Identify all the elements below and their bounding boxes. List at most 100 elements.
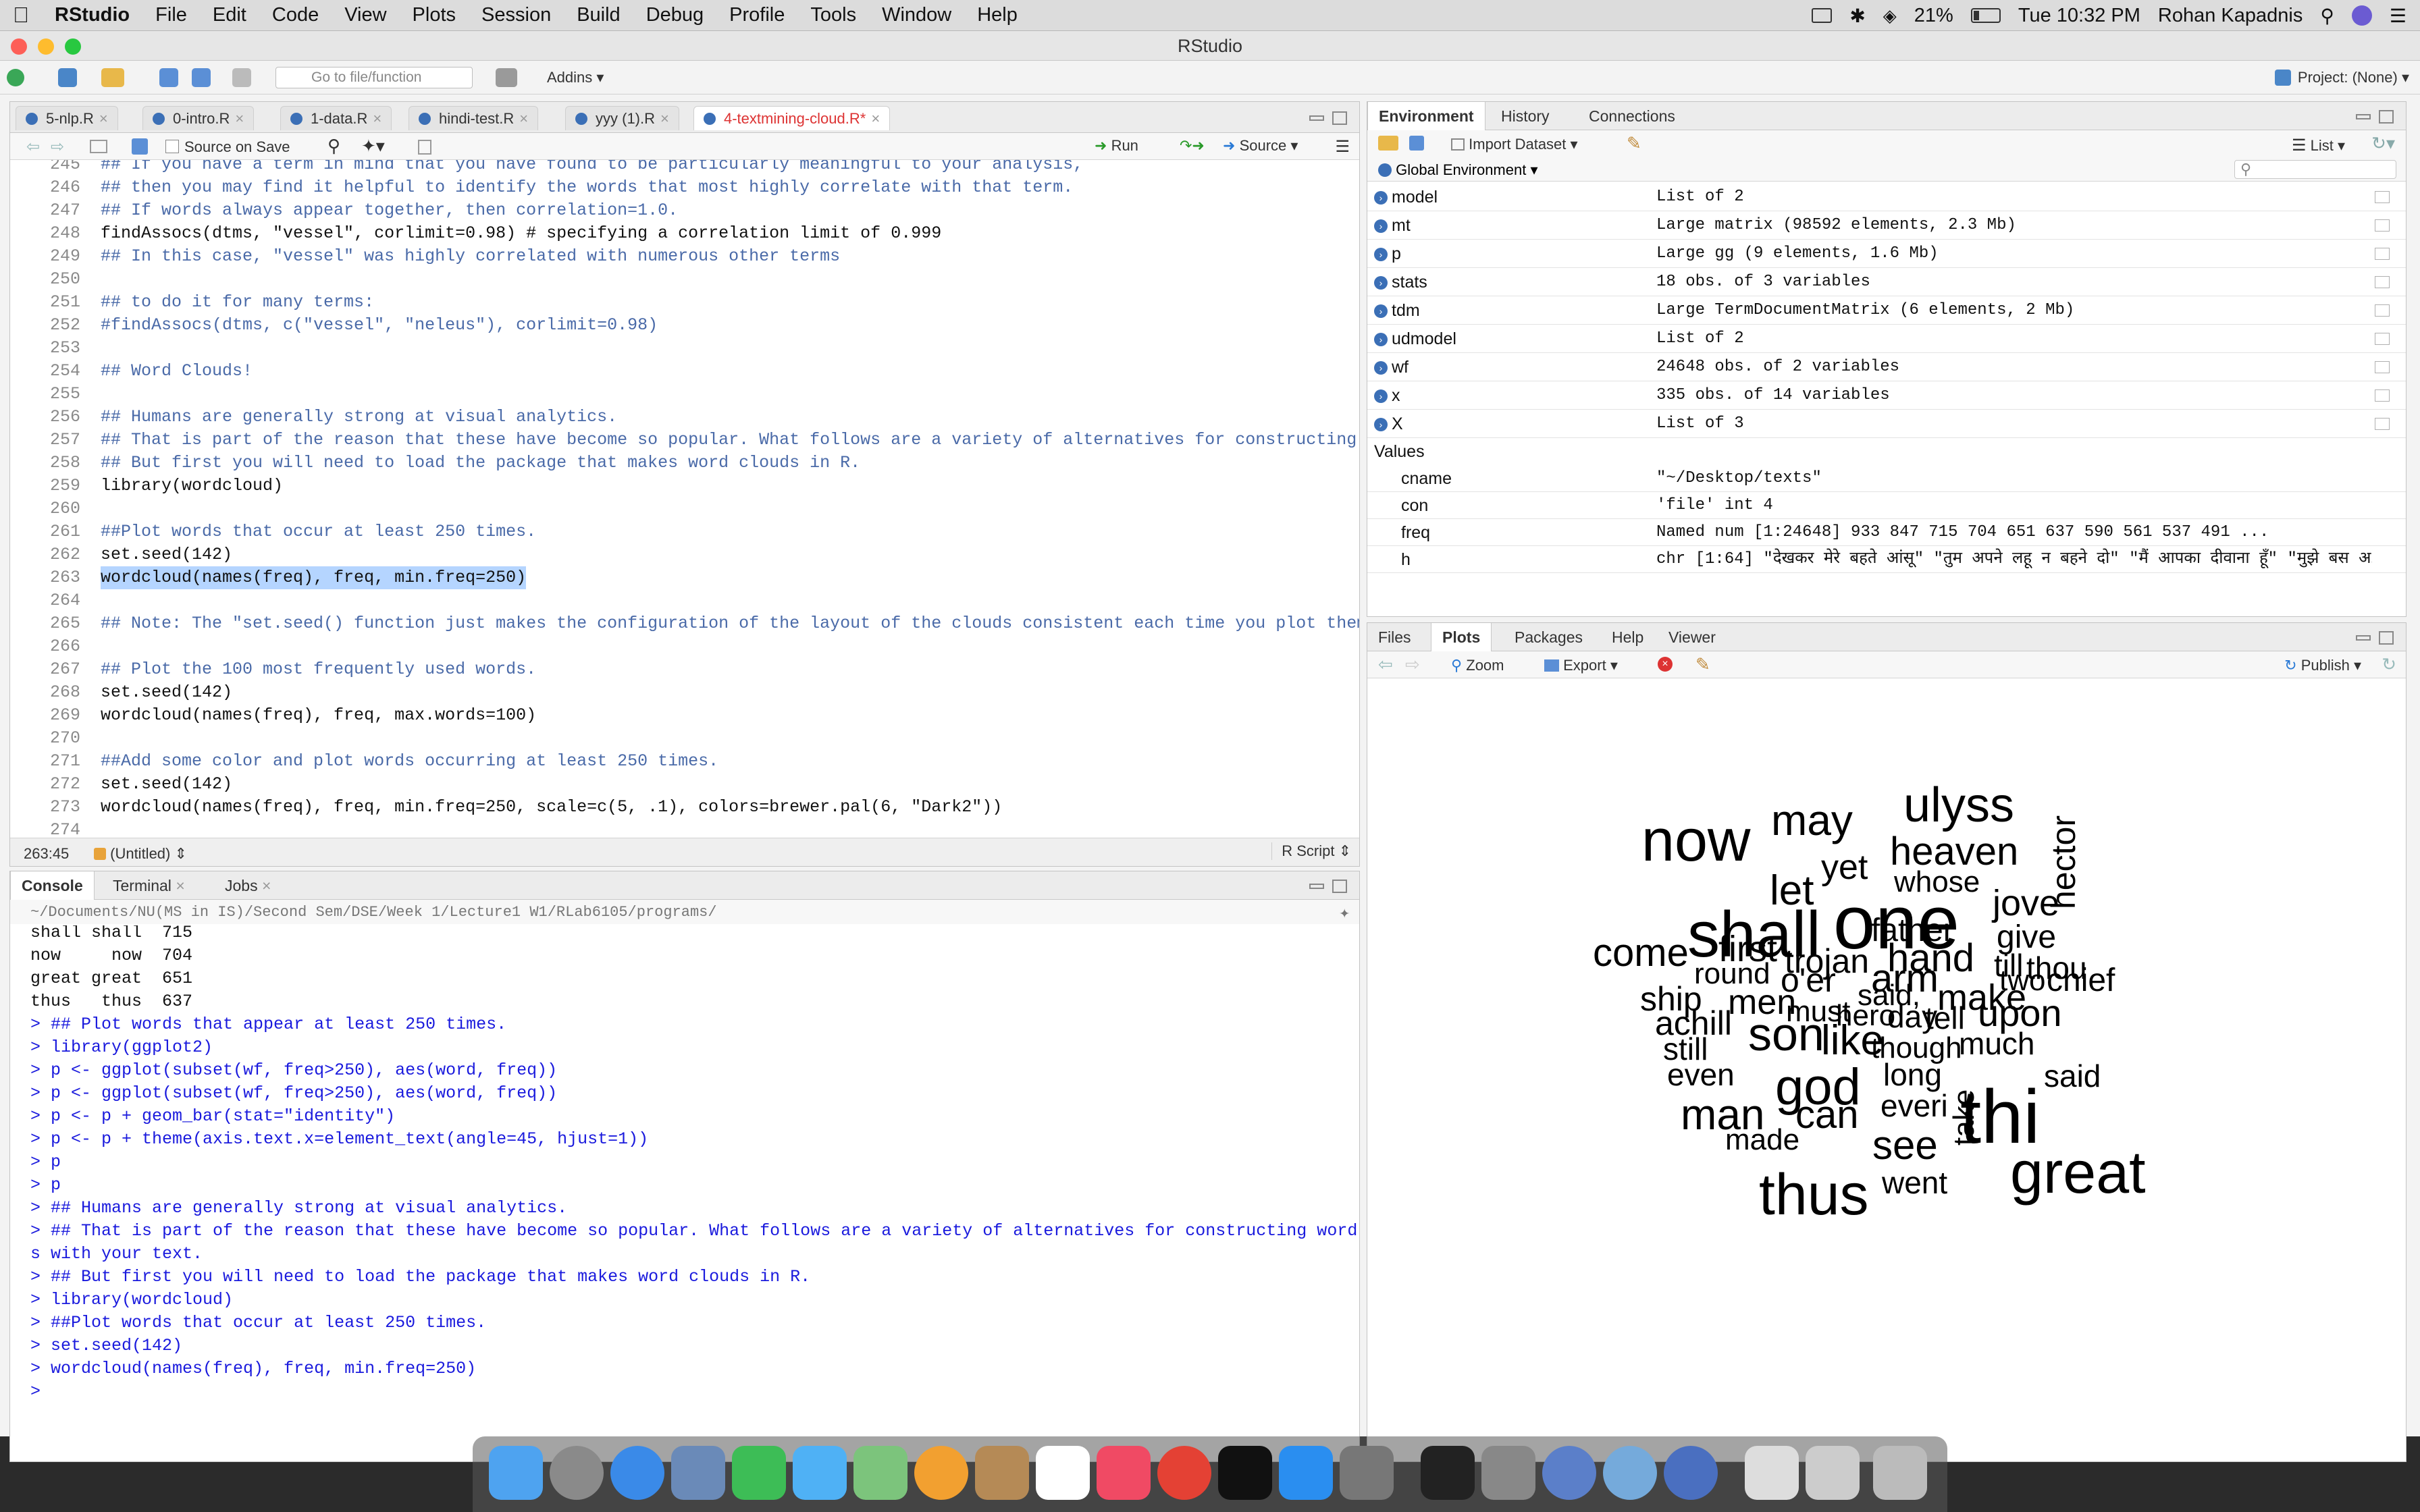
environment-value-row[interactable]: con 'file' int 4 bbox=[1367, 492, 2406, 519]
code-line[interactable]: 267 ## Plot the 100 most frequently used … bbox=[10, 658, 1359, 681]
open-file-icon[interactable] bbox=[101, 68, 124, 88]
code-line[interactable]: 273 wordcloud(names(freq), freq, min.freq… bbox=[10, 796, 1359, 819]
messages-icon[interactable] bbox=[793, 1446, 847, 1500]
clock[interactable]: Tue 10:32 PM bbox=[2018, 5, 2140, 27]
code-line[interactable]: 248 findAssocs(dtms, "vessel", corlimit=0… bbox=[10, 222, 1359, 245]
contacts-icon[interactable] bbox=[975, 1446, 1029, 1500]
calendar-icon[interactable] bbox=[1036, 1446, 1090, 1500]
code-line[interactable]: 249 ## In this case, "vessel" was highly … bbox=[10, 245, 1359, 268]
code-line[interactable]: 260 bbox=[10, 497, 1359, 520]
expand-row-icon[interactable]: › bbox=[1374, 219, 1388, 233]
apple-tv-icon[interactable] bbox=[1218, 1446, 1272, 1500]
addins-menu[interactable]: Addins ▾ bbox=[547, 68, 604, 88]
find-replace-icon[interactable]: ⚲ bbox=[327, 136, 340, 157]
code-line[interactable]: 255 bbox=[10, 383, 1359, 406]
code-line[interactable]: 270 bbox=[10, 727, 1359, 750]
expand-row-icon[interactable]: › bbox=[1374, 276, 1388, 290]
export-menu[interactable]: Export ▾ bbox=[1544, 657, 1618, 674]
view-data-icon[interactable] bbox=[2375, 304, 2390, 317]
tab-connections[interactable]: Connections bbox=[1578, 102, 1686, 130]
save-icon[interactable] bbox=[159, 68, 178, 88]
tab-hindi-test[interactable]: hindi-test.R × bbox=[409, 106, 539, 130]
maximize-environment-icon[interactable] bbox=[2379, 110, 2394, 124]
environment-data-row[interactable]: › mt Large matrix (98592 elements, 2.3 Mb) bbox=[1367, 211, 2406, 240]
save-all-icon[interactable] bbox=[192, 68, 211, 88]
code-line[interactable]: 269 wordcloud(names(freq), freq, max.word… bbox=[10, 704, 1359, 727]
tab-plots[interactable]: Plots bbox=[1431, 623, 1492, 651]
expand-row-icon[interactable]: › bbox=[1374, 389, 1388, 403]
menu-file[interactable]: File bbox=[142, 4, 200, 26]
downloads-stack-icon[interactable] bbox=[1806, 1446, 1860, 1500]
environment-data-row[interactable]: › stats 18 obs. of 3 variables bbox=[1367, 268, 2406, 296]
environment-value-row[interactable]: cname "~/Desktop/texts" bbox=[1367, 465, 2406, 492]
tab-help[interactable]: Help bbox=[1601, 623, 1654, 651]
terminal-icon[interactable] bbox=[1421, 1446, 1475, 1500]
trash-icon[interactable] bbox=[1873, 1446, 1927, 1500]
code-line[interactable]: 258 ## But first you will need to load th… bbox=[10, 452, 1359, 475]
code-line[interactable]: 245 ## If you have a term in mind that yo… bbox=[10, 160, 1359, 176]
expand-row-icon[interactable]: › bbox=[1374, 418, 1388, 431]
environment-data-row[interactable]: › x 335 obs. of 14 variables bbox=[1367, 381, 2406, 410]
battery-percent[interactable]: 21% bbox=[1914, 5, 1953, 27]
environment-value-row[interactable]: freq Named num [1:24648] 933 847 715 704 … bbox=[1367, 519, 2406, 546]
bluetooth-icon[interactable]: ✱ bbox=[1849, 5, 1865, 27]
code-line[interactable]: 259 library(wordcloud) bbox=[10, 475, 1359, 497]
battery-icon[interactable] bbox=[1970, 8, 2001, 23]
code-line[interactable]: 268 set.seed(142) bbox=[10, 681, 1359, 704]
tab-1-data[interactable]: 1-data.R × bbox=[280, 106, 392, 130]
code-line[interactable]: 251 ## to do it for many terms: bbox=[10, 291, 1359, 314]
remove-plot-icon[interactable]: × bbox=[1658, 657, 1673, 672]
tab-jobs[interactable]: Jobs × bbox=[214, 871, 282, 900]
forward-arrow-icon[interactable]: ⇨ bbox=[51, 137, 64, 157]
minimize-plots-icon[interactable] bbox=[2356, 635, 2371, 641]
show-in-window-icon[interactable] bbox=[90, 140, 107, 153]
expand-row-icon[interactable]: › bbox=[1374, 361, 1388, 375]
expand-row-icon[interactable]: › bbox=[1374, 191, 1388, 205]
app-store-icon[interactable] bbox=[1279, 1446, 1333, 1500]
menu-tools[interactable]: Tools bbox=[797, 4, 869, 26]
code-line[interactable]: 266 bbox=[10, 635, 1359, 658]
next-plot-icon[interactable]: ⇨ bbox=[1405, 654, 1420, 675]
previous-plot-icon[interactable]: ⇦ bbox=[1378, 654, 1393, 675]
code-line[interactable]: 254 ## Word Clouds! bbox=[10, 360, 1359, 383]
rerun-button[interactable]: ↷➜ bbox=[1180, 137, 1205, 155]
documents-stack-icon[interactable] bbox=[1745, 1446, 1799, 1500]
code-line[interactable]: 263 wordcloud(names(freq), freq, min.freq… bbox=[10, 566, 1359, 589]
maximize-plots-icon[interactable] bbox=[2379, 631, 2394, 645]
working-directory[interactable]: ~/Documents/NU(MS in IS)/Second Sem/DSE/… bbox=[30, 904, 717, 921]
code-line[interactable]: 261 ##Plot words that occur at least 250 … bbox=[10, 520, 1359, 543]
minimize-window-button[interactable] bbox=[38, 38, 54, 55]
run-button[interactable]: ➜ Run bbox=[1095, 137, 1138, 155]
load-workspace-icon[interactable] bbox=[1378, 136, 1398, 151]
spotlight-icon[interactable]: ⚲ bbox=[2320, 5, 2334, 27]
refresh-plot-icon[interactable]: ↻ bbox=[2382, 654, 2396, 675]
music-icon[interactable] bbox=[1097, 1446, 1151, 1500]
siri-icon[interactable] bbox=[2351, 5, 2372, 26]
menu-app-name[interactable]: RStudio bbox=[42, 4, 142, 26]
tab-yyy-1[interactable]: yyy (1).R × bbox=[565, 106, 679, 130]
menu-debug[interactable]: Debug bbox=[633, 4, 716, 26]
menu-profile[interactable]: Profile bbox=[716, 4, 797, 26]
view-data-icon[interactable] bbox=[2375, 389, 2390, 402]
code-line[interactable]: 257 ## That is part of the reason that th… bbox=[10, 429, 1359, 452]
menu-window[interactable]: Window bbox=[869, 4, 964, 26]
code-tools-wand-icon[interactable]: ✦▾ bbox=[361, 136, 385, 157]
code-line[interactable]: 271 ##Add some color and plot words occur… bbox=[10, 750, 1359, 773]
tab-environment[interactable]: Environment bbox=[1367, 102, 1485, 130]
facetime-icon[interactable] bbox=[732, 1446, 786, 1500]
minimize-environment-icon[interactable] bbox=[2356, 114, 2371, 119]
airplay-icon[interactable] bbox=[1812, 8, 1833, 23]
environment-data-row[interactable]: › X List of 3 bbox=[1367, 410, 2406, 438]
expand-row-icon[interactable]: › bbox=[1374, 248, 1388, 261]
save-file-icon[interactable] bbox=[132, 138, 148, 155]
r-app-icon[interactable] bbox=[1542, 1446, 1596, 1500]
import-dataset-menu[interactable]: Import Dataset ▾ bbox=[1451, 136, 1578, 153]
clear-console-icon[interactable]: ✦ bbox=[1339, 902, 1350, 923]
environment-data-row[interactable]: › wf 24648 obs. of 2 variables bbox=[1367, 353, 2406, 381]
environment-data-row[interactable]: › model List of 2 bbox=[1367, 183, 2406, 211]
file-type-selector[interactable]: R Script ⇕ bbox=[1271, 842, 1351, 860]
refresh-environment-icon[interactable]: ↻▾ bbox=[2371, 133, 2395, 154]
tab-packages[interactable]: Packages bbox=[1504, 623, 1594, 651]
minimize-pane-icon[interactable] bbox=[1309, 115, 1324, 121]
code-line[interactable]: 252 #findAssocs(dtms, c("vessel", "neleus… bbox=[10, 314, 1359, 337]
